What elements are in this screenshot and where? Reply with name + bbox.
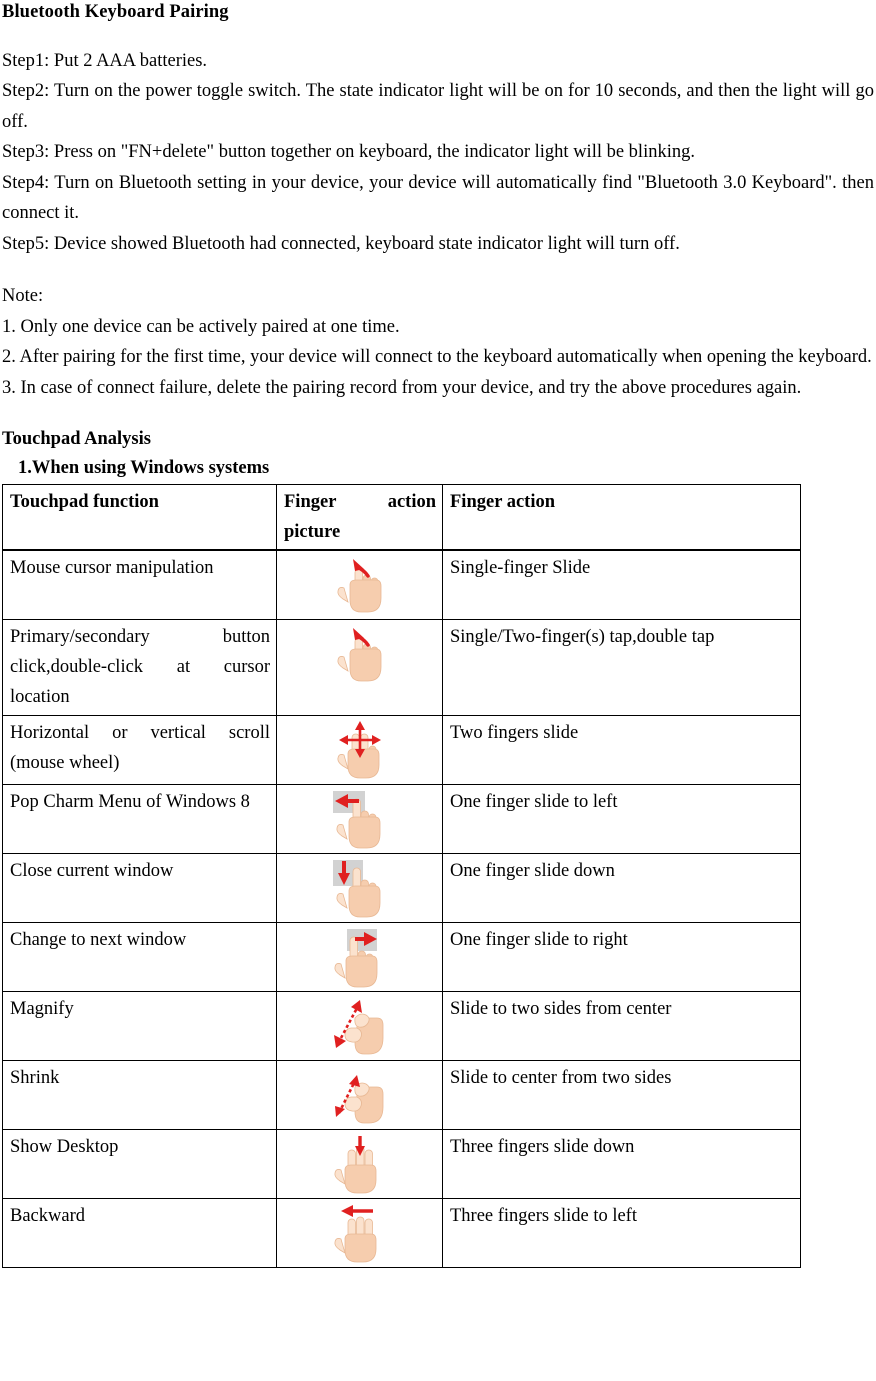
one-finger-tap-icon [284,622,436,686]
cell-function: Close current window [2,853,277,923]
header-finger-action-picture: Finger action picture [276,484,443,551]
cell-picture [276,715,443,785]
cell-function: Pop Charm Menu of Windows 8 [2,784,277,854]
header-finger-action: Finger action [442,484,801,551]
two-finger-scroll-icon [284,718,436,782]
pairing-steps-block: Step1: Put 2 AAA batteries. Step2: Turn … [0,46,876,260]
one-finger-slide-down-icon [284,856,436,920]
cell-picture [276,1198,443,1268]
cell-action: One finger slide to left [442,784,801,854]
touchpad-gesture-table: Touchpad function Finger action picture … [2,484,801,1268]
pinch-close-icon [284,1063,436,1127]
note-item-2: 2. After pairing for the first time, you… [2,347,872,367]
cell-action: Single-finger Slide [442,549,801,620]
note-item-3: 3. In case of connect failure, delete th… [2,377,802,398]
note-item-1: 1. Only one device can be actively paire… [2,316,400,337]
three-finger-slide-down-icon [284,1132,436,1196]
touchpad-analysis-heading: Touchpad Analysis [2,429,151,449]
table-row: Show Desktop Three fingers slide down [2,1129,801,1199]
cell-function: Mouse cursor manipulation [2,549,277,620]
cell-action: Slide to center from two sides [442,1060,801,1130]
cell-picture [276,991,443,1061]
one-finger-slide-right-icon [284,925,436,989]
cell-action: Three fingers slide to left [442,1198,801,1268]
pairing-step-1: Step1: Put 2 AAA batteries. [2,50,208,71]
windows-systems-subheading: 1.When using Windows systems [18,458,270,478]
table-row: Close current window One finger slide do… [2,853,801,923]
table-row: Pop Charm Menu of Windows 8 One finger s… [2,784,801,854]
cell-picture [276,549,443,620]
pairing-step-5: Step5: Device showed Bluetooth had conne… [2,233,680,254]
cell-action: One finger slide down [442,853,801,923]
cell-function: Horizontal or vertical scroll (mouse whe… [2,715,277,785]
cell-picture [276,1060,443,1130]
table-row: Horizontal or vertical scroll (mouse whe… [2,715,801,785]
cell-function: Primary/secondary button click,double-cl… [2,619,277,716]
document-page: Bluetooth Keyboard Pairing Step1: Put 2 … [0,0,876,1381]
cell-picture [276,922,443,992]
cell-action: Three fingers slide down [442,1129,801,1199]
cell-function: Backward [2,1198,277,1268]
cell-picture [276,853,443,923]
table-row: Backward Three fingers slide to left [2,1198,801,1268]
header-touchpad-function: Touchpad function [2,484,277,551]
note-label: Note: [2,286,44,306]
cell-picture [276,1129,443,1199]
table-row: Shrink Slide to center from two sides [2,1060,801,1130]
three-finger-slide-left-icon [284,1201,436,1265]
cell-action: Single/Two-finger(s) tap,double tap [442,619,801,716]
cell-function: Change to next window [2,922,277,992]
one-finger-slide-left-icon [284,787,436,851]
cell-function: Shrink [2,1060,277,1130]
cell-function: Show Desktop [2,1129,277,1199]
cell-picture [276,784,443,854]
table-header-row: Touchpad function Finger action picture … [2,484,801,551]
one-finger-slide-icon [284,553,436,617]
pairing-step-3: Step3: Press on "FN+delete" button toget… [2,142,695,162]
cell-action: One finger slide to right [442,922,801,992]
table-row: Mouse cursor manipulation Single-finger … [2,549,801,620]
table-row: Change to next window One finger slide t… [2,922,801,992]
cell-function: Magnify [2,991,277,1061]
pairing-step-4: Step4: Turn on Bluetooth setting in your… [2,172,874,224]
table-row: Primary/secondary button click,double-cl… [2,619,801,716]
notes-block: Note: 1. Only one device can be actively… [0,281,876,403]
pinch-open-icon [284,994,436,1058]
pairing-step-2: Step2: Turn on the power toggle switch. … [2,81,874,132]
table-row: Magnify Slide to two sides from center [2,991,801,1061]
cell-action: Slide to two sides from center [442,991,801,1061]
cell-picture [276,619,443,716]
page-title: Bluetooth Keyboard Pairing [2,2,229,22]
cell-action: Two fingers slide [442,715,801,785]
